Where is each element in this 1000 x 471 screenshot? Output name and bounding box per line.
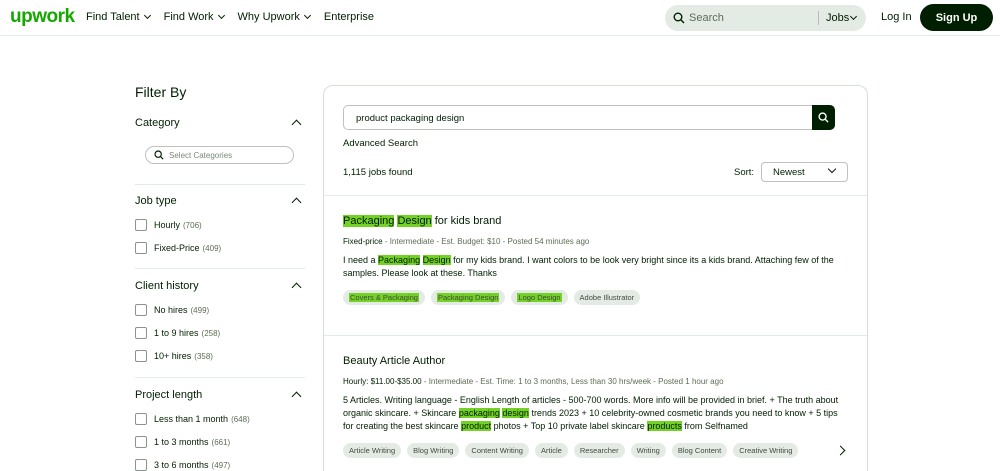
chevron-down-icon: [827, 164, 837, 174]
job-title-link[interactable]: Packaging Design for kids brand: [343, 215, 501, 227]
chevron-down-icon: [303, 11, 311, 20]
divider: [135, 268, 305, 269]
chevron-up-icon[interactable]: [291, 282, 302, 293]
divider: [135, 184, 305, 185]
skill-tag[interactable]: Packaging Design: [430, 290, 506, 305]
skill-tag[interactable]: Researcher: [573, 443, 625, 458]
job-search-button[interactable]: [812, 105, 835, 130]
checkbox[interactable]: [135, 304, 147, 316]
skill-tag[interactable]: Creative Writing: [733, 443, 799, 458]
nav-find-work[interactable]: Find Work: [164, 11, 225, 23]
job-meta: Fixed-price - Intermediate - Est. Budget…: [343, 237, 590, 246]
category-search-placeholder: Select Categories: [169, 151, 233, 160]
chevron-down-icon: [217, 11, 225, 20]
skill-tag[interactable]: Blog Content: [671, 443, 728, 458]
filter-title: Filter By: [135, 84, 187, 100]
divider: [324, 195, 867, 196]
signup-button[interactable]: Sign Up: [920, 4, 993, 31]
checkbox[interactable]: [135, 459, 147, 471]
sort-label: Sort:: [734, 167, 755, 178]
project-length-title[interactable]: Project length: [135, 389, 202, 401]
divider: [324, 335, 867, 336]
category-title[interactable]: Category: [135, 117, 180, 129]
job-description: I need a Packaging Design for my kids br…: [343, 255, 834, 278]
nav-enterprise[interactable]: Enterprise: [324, 11, 374, 23]
search-scope-select[interactable]: Jobs: [826, 12, 858, 24]
checkbox[interactable]: [135, 350, 147, 362]
chevron-up-icon[interactable]: [291, 197, 302, 208]
skill-tag[interactable]: Writing: [630, 443, 666, 458]
search-icon: [818, 112, 829, 123]
checkbox[interactable]: [135, 242, 147, 254]
top-header: upwork Find Talent Find Work Why Upwork …: [0, 0, 1000, 36]
filter-less-than-1-month[interactable]: Less than 1 month (648): [135, 413, 250, 425]
job-title-link[interactable]: Beauty Article Author: [343, 355, 445, 367]
skill-tag[interactable]: Content Writing: [465, 443, 529, 458]
nav-find-talent[interactable]: Find Talent: [86, 11, 151, 23]
jobs-found-count: 1,115 jobs found: [343, 167, 413, 178]
search-divider: [818, 11, 819, 25]
skill-tag[interactable]: Adobe Illustrator: [573, 290, 641, 305]
upwork-logo[interactable]: upwork: [10, 6, 75, 28]
checkbox[interactable]: [135, 436, 147, 448]
filter-10-plus-hires[interactable]: 10+ hires (358): [135, 350, 213, 362]
chevron-down-icon: [850, 12, 858, 21]
main-nav: Find Talent Find Work Why Upwork Enterpr…: [86, 11, 374, 23]
sort-select[interactable]: Newest: [761, 162, 848, 182]
skill-tag[interactable]: Article: [534, 443, 568, 458]
chevron-down-icon: [143, 11, 151, 20]
chevron-up-icon[interactable]: [291, 119, 302, 130]
search-icon: [673, 12, 685, 24]
search-placeholder: Search: [689, 12, 724, 24]
checkbox[interactable]: [135, 327, 147, 339]
job-skill-tags: Covers & Packaging Packaging Design Logo…: [343, 290, 641, 305]
search-icon: [154, 150, 164, 160]
advanced-search-link[interactable]: Advanced Search: [343, 138, 418, 149]
job-type-title[interactable]: Job type: [135, 195, 177, 207]
job-skill-tags: Article Writing Blog Writing Content Wri…: [343, 443, 799, 458]
filter-hourly[interactable]: Hourly (706): [135, 219, 202, 231]
skill-tag[interactable]: Article Writing: [343, 443, 402, 458]
job-description: 5 Articles. Writing language - English L…: [343, 395, 839, 431]
divider: [135, 377, 305, 378]
checkbox[interactable]: [135, 413, 147, 425]
job-meta: Hourly: $11.00-$35.00 - Intermediate - E…: [343, 377, 724, 386]
nav-why-upwork[interactable]: Why Upwork: [238, 11, 311, 23]
header-search-input[interactable]: Search Jobs: [665, 5, 866, 31]
filter-3-to-6-months[interactable]: 3 to 6 months (497): [135, 459, 230, 471]
skill-tag[interactable]: Logo Design: [511, 290, 568, 305]
checkbox[interactable]: [135, 219, 147, 231]
filter-1-to-9-hires[interactable]: 1 to 9 hires (258): [135, 327, 220, 339]
filter-1-to-3-months[interactable]: 1 to 3 months (661): [135, 436, 230, 448]
login-link[interactable]: Log In: [881, 11, 912, 23]
job-search-input[interactable]: product packaging design: [343, 105, 812, 130]
filter-no-hires[interactable]: No hires (499): [135, 304, 209, 316]
skill-tag[interactable]: Covers & Packaging: [343, 290, 425, 305]
skill-tag[interactable]: Blog Writing: [407, 443, 460, 458]
category-search-input[interactable]: Select Categories: [145, 146, 294, 164]
filter-fixed-price[interactable]: Fixed-Price (409): [135, 242, 221, 254]
client-history-title[interactable]: Client history: [135, 280, 199, 292]
chevron-up-icon[interactable]: [291, 391, 302, 402]
